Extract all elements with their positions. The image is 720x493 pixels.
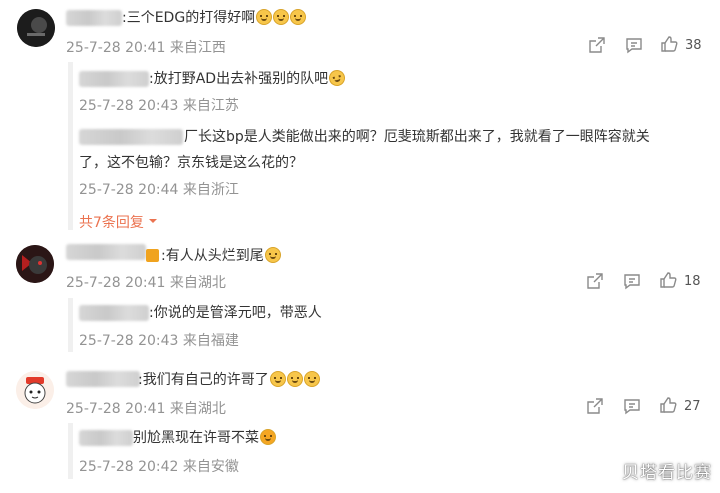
laugh-emoji-icon xyxy=(264,247,281,263)
chevron-down-icon xyxy=(149,219,158,223)
more-replies-link[interactable]: 共7条回复 xyxy=(79,212,158,232)
comment-icon[interactable] xyxy=(623,397,641,415)
grin-emoji-icon xyxy=(260,429,276,445)
reply-meta: 25-7-28 20:44 来自浙江 xyxy=(79,182,239,198)
user-badge-icon xyxy=(146,249,159,262)
comment-text: :三个EDG的打得好啊 xyxy=(122,8,307,28)
reply-meta: 25-7-28 20:43 来自江苏 xyxy=(79,98,239,114)
smile-emoji-icon xyxy=(273,9,290,25)
like-icon[interactable] xyxy=(659,271,677,289)
reply-thread-bar xyxy=(68,423,73,479)
reply-meta: 25-7-28 20:43 来自福建 xyxy=(79,333,239,349)
comment-meta: 25-7-28 20:41 来自湖北 xyxy=(66,401,226,417)
reply-thread-bar xyxy=(68,62,73,230)
username-blurred[interactable] xyxy=(79,430,133,446)
like-count: 27 xyxy=(684,399,701,414)
share-icon[interactable] xyxy=(586,397,604,415)
comment-meta: 25-7-28 20:41 来自湖北 xyxy=(66,275,226,291)
like-icon[interactable] xyxy=(659,396,677,414)
comment-text: :有人从头烂到尾 xyxy=(146,246,281,266)
smile-emoji-icon xyxy=(303,371,320,387)
reply-text: 了，这不包输？京东钱是这么花的？ xyxy=(79,155,303,171)
watermark: 贝塔看比赛 xyxy=(622,463,712,483)
username-blurred[interactable] xyxy=(79,305,149,321)
reply-thread-bar xyxy=(68,298,73,352)
reply-text: 别尬黑现在许哥不菜 xyxy=(133,428,276,448)
smile-emoji-icon xyxy=(290,9,307,25)
like-count: 38 xyxy=(685,38,702,53)
username-blurred[interactable] xyxy=(66,371,140,387)
comment-text: :我们有自己的许哥了 xyxy=(138,370,320,390)
smile-emoji-icon xyxy=(286,371,303,387)
laugh-emoji-icon xyxy=(327,68,347,88)
reply-text: :你说的是管泽元吧，带恶人 xyxy=(149,305,322,321)
comment-icon[interactable] xyxy=(623,272,641,290)
avatar[interactable] xyxy=(17,9,55,47)
reply-text: 厂长这bp是人类能做出来的啊？厄斐琉斯都出来了，我就看了一眼阵容就关 xyxy=(184,129,650,145)
username-blurred[interactable] xyxy=(66,244,146,260)
like-count: 18 xyxy=(684,274,701,289)
share-icon[interactable] xyxy=(586,272,604,290)
comment-meta: 25-7-28 20:41 来自江西 xyxy=(66,40,226,56)
username-blurred[interactable] xyxy=(79,129,183,145)
like-icon[interactable] xyxy=(660,35,678,53)
username-blurred[interactable] xyxy=(66,10,122,26)
reply-meta: 25-7-28 20:42 来自安徽 xyxy=(79,459,239,475)
avatar[interactable] xyxy=(16,245,54,283)
avatar[interactable] xyxy=(16,371,54,409)
smile-emoji-icon xyxy=(269,371,286,387)
reply-text: :放打野AD出去补强别的队吧 xyxy=(149,68,347,89)
smile-emoji-icon xyxy=(256,9,273,25)
username-blurred[interactable] xyxy=(79,71,149,87)
share-icon[interactable] xyxy=(588,36,606,54)
comment-icon[interactable] xyxy=(625,36,643,54)
